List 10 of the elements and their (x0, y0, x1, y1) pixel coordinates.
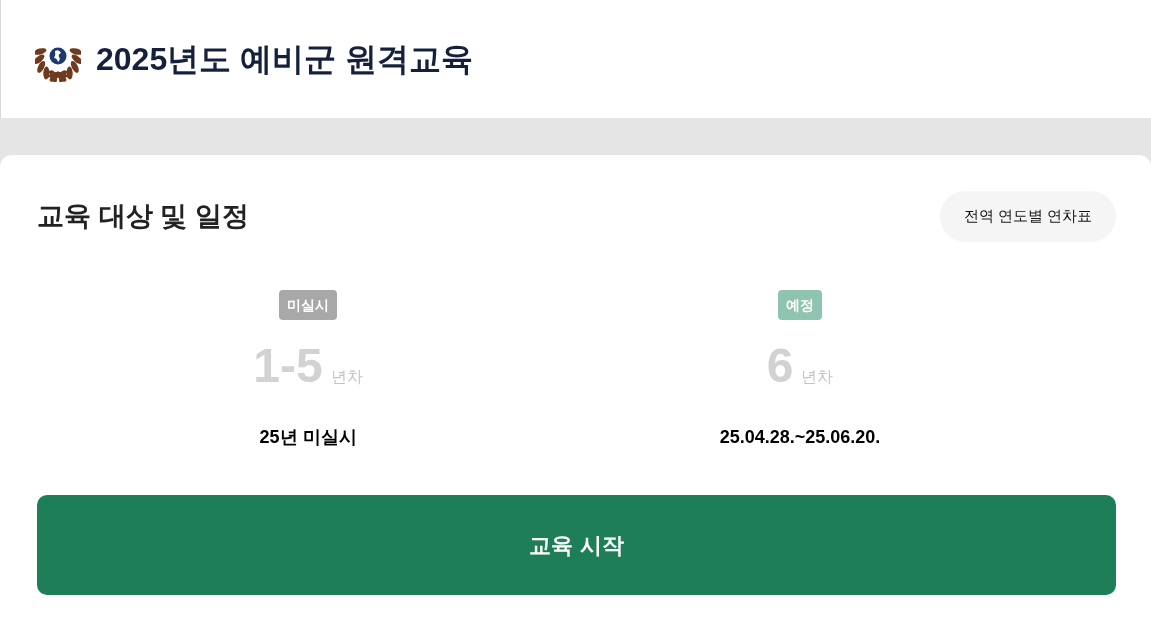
status-tag: 예정 (778, 290, 822, 320)
year-chart-button[interactable]: 전역 연도별 연차표 (939, 191, 1116, 242)
schedule-period: 25.04.28.~25.06.20. (719, 426, 881, 449)
status-tag: 미실시 (279, 290, 337, 320)
service-year-unit: 년차 (330, 367, 363, 387)
section-title: 교육 대상 및 일정 (37, 200, 249, 233)
service-year-unit: 년차 (801, 367, 834, 387)
start-training-button[interactable]: 교육 시작 (37, 495, 1116, 595)
schedule-period: 25년 미실시 (259, 426, 357, 449)
page-title: 2025년도 예비군 원격교육 (96, 39, 473, 79)
